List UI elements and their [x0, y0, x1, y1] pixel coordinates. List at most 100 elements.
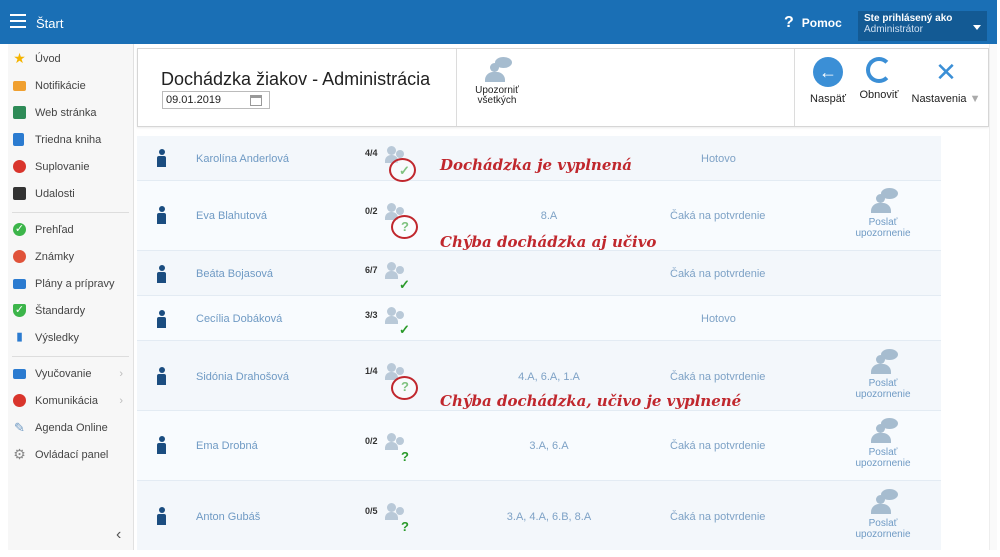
annotation-circle [391, 376, 418, 400]
sidebar-item-label: Notifikácie [35, 80, 86, 92]
refresh-icon [866, 57, 892, 83]
send-notice-label-1: Poslať [868, 447, 898, 458]
student-name[interactable]: Ema Drobná [196, 440, 258, 452]
send-notice-label-1: Poslať [868, 518, 898, 529]
gear-icon: ⚙ [13, 446, 26, 462]
user-swap-icon [13, 160, 26, 173]
sidebar-item-label: Agenda Online [35, 422, 108, 434]
status-label: Hotovo [701, 313, 736, 325]
user-role: Administrátor [864, 24, 923, 35]
notify-all-button[interactable]: Upozorniť všetkých [464, 57, 530, 106]
table-row[interactable]: Anton Gubáš 0/5 ? 3.A, 4.A, 6.B, 8.A Čak… [137, 481, 941, 550]
student-name[interactable]: Eva Blahutová [196, 210, 267, 222]
send-notice-label-2: upozornenie [855, 389, 911, 400]
pen-icon: ✎ [14, 420, 25, 435]
sidebar-item-triedna-kniha[interactable]: Triedna kniha [8, 127, 133, 154]
send-notice-button[interactable]: Poslať upozornenie [853, 418, 913, 469]
classes-label: 3.A, 6.A [529, 440, 569, 452]
back-label: Naspäť [810, 93, 846, 105]
sidebar-item-standardy[interactable]: ✓ Štandardy [8, 298, 133, 325]
sidebar-item-label: Úvod [35, 53, 61, 65]
person-icon [157, 507, 166, 525]
scrollbar[interactable] [989, 44, 997, 550]
sidebar-item-udalosti[interactable]: Udalosti [8, 181, 133, 208]
send-notice-button[interactable]: Poslať upozornenie [853, 489, 913, 540]
user-caption: Ste prihlásený ako [864, 13, 953, 24]
sidebar-item-uvod[interactable]: ★ Úvod [8, 46, 133, 73]
question-icon: ? [401, 519, 409, 534]
start-link[interactable]: Štart [36, 16, 63, 31]
student-name[interactable]: Karolína Anderlová [196, 153, 289, 165]
student-name[interactable]: Beáta Bojasová [196, 268, 273, 280]
table-row[interactable]: Cecília Dobáková 3/3 ✓ Hotovo [137, 296, 941, 341]
settings-button[interactable]: ✕ Nastavenia ▼ [910, 57, 982, 105]
envelope-icon [13, 81, 26, 91]
annotation-filled: Dochádzka je vyplnená [440, 156, 632, 174]
status-label: Čaká na potvrdenie [670, 210, 766, 222]
attendance-count: 0/2 [365, 436, 378, 446]
sidebar-item-label: Ovládací panel [35, 449, 109, 461]
bar-chart-icon: ▮ [16, 331, 23, 343]
person-icon [157, 367, 166, 385]
sidebar-item-prehlad[interactable]: ✓ Prehľad [8, 217, 133, 244]
classes-label: 3.A, 4.A, 6.B, 8.A [506, 511, 592, 523]
table-row[interactable]: Ema Drobná 0/2 ? 3.A, 6.A Čaká na potvrd… [137, 411, 941, 481]
chevron-right-icon: › [119, 395, 123, 407]
tools-icon: ✕ [935, 57, 957, 87]
annotation-missing-attendance: Chýba dochádzka, učivo je vyplnené [440, 392, 742, 410]
divider [12, 356, 129, 357]
calendar-icon[interactable] [250, 95, 262, 106]
sidebar-item-suplovanie[interactable]: Suplovanie [8, 154, 133, 181]
attendance-count: 6/7 [365, 265, 378, 275]
divider [456, 49, 457, 126]
grades-icon [13, 250, 26, 263]
chevron-down-icon [973, 25, 981, 30]
notify-person-icon [866, 489, 900, 515]
sidebar-item-vyucovanie[interactable]: Vyučovanie › [8, 361, 133, 388]
attendance-count: 1/4 [365, 366, 378, 376]
student-name[interactable]: Sidónia Drahošová [196, 371, 289, 383]
classes-label: 4.A, 6.A, 1.A [518, 371, 580, 383]
divider [794, 49, 795, 126]
sidebar-item-web-stranka[interactable]: Web stránka [8, 100, 133, 127]
calendar-icon [13, 187, 26, 200]
help-label: Pomoc [801, 16, 842, 30]
user-dropdown[interactable]: Ste prihlásený ako Administrátor [858, 11, 987, 41]
chat-icon [13, 394, 26, 407]
person-icon [157, 265, 166, 283]
refresh-button[interactable]: Obnoviť [856, 57, 902, 101]
star-icon: ★ [13, 50, 26, 66]
send-notice-label-2: upozornenie [855, 228, 911, 239]
person-icon [157, 206, 166, 224]
top-bar: Štart ? Pomoc Ste prihlásený ako Administ… [0, 0, 997, 44]
briefcase-icon [13, 279, 26, 289]
sidebar-item-ovladaci-panel[interactable]: ⚙ Ovládací panel [8, 442, 133, 469]
sidebar-item-label: Prehľad [35, 224, 74, 236]
hamburger-menu-icon[interactable] [10, 14, 26, 28]
send-notice-button[interactable]: Poslať upozornenie [853, 188, 913, 239]
collapse-sidebar-icon[interactable]: ‹ [116, 526, 121, 544]
sidebar-item-vysledky[interactable]: ▮ Výsledky [8, 325, 133, 352]
attendance-count: 0/2 [365, 206, 378, 216]
table-row[interactable]: Beáta Bojasová 6/7 ✓ Čaká na potvrdenie [137, 251, 941, 296]
help-button[interactable]: ? Pomoc [784, 14, 842, 32]
annotation-missing-all: Chýba dochádzka aj učivo [440, 233, 657, 251]
sidebar-item-plany[interactable]: Plány a prípravy [8, 271, 133, 298]
notify-person-icon [866, 349, 900, 375]
notify-person-icon [866, 418, 900, 444]
school-icon [13, 369, 26, 379]
sidebar-item-komunikacia[interactable]: Komunikácia › [8, 388, 133, 415]
student-name[interactable]: Anton Gubáš [196, 511, 260, 523]
chevron-down-icon: ▼ [969, 93, 981, 105]
student-name[interactable]: Cecília Dobáková [196, 313, 282, 325]
divider [12, 212, 129, 213]
sidebar-item-label: Udalosti [35, 188, 75, 200]
sidebar-item-notifikacie[interactable]: Notifikácie [8, 73, 133, 100]
person-icon [157, 310, 166, 328]
sidebar-item-agenda-online[interactable]: ✎ Agenda Online [8, 415, 133, 442]
sidebar-item-label: Suplovanie [35, 161, 90, 173]
send-notice-button[interactable]: Poslať upozornenie [853, 349, 913, 400]
settings-label: Nastavenia [911, 93, 967, 105]
back-button[interactable]: ← Naspäť [808, 57, 848, 105]
sidebar-item-znamky[interactable]: Známky [8, 244, 133, 271]
